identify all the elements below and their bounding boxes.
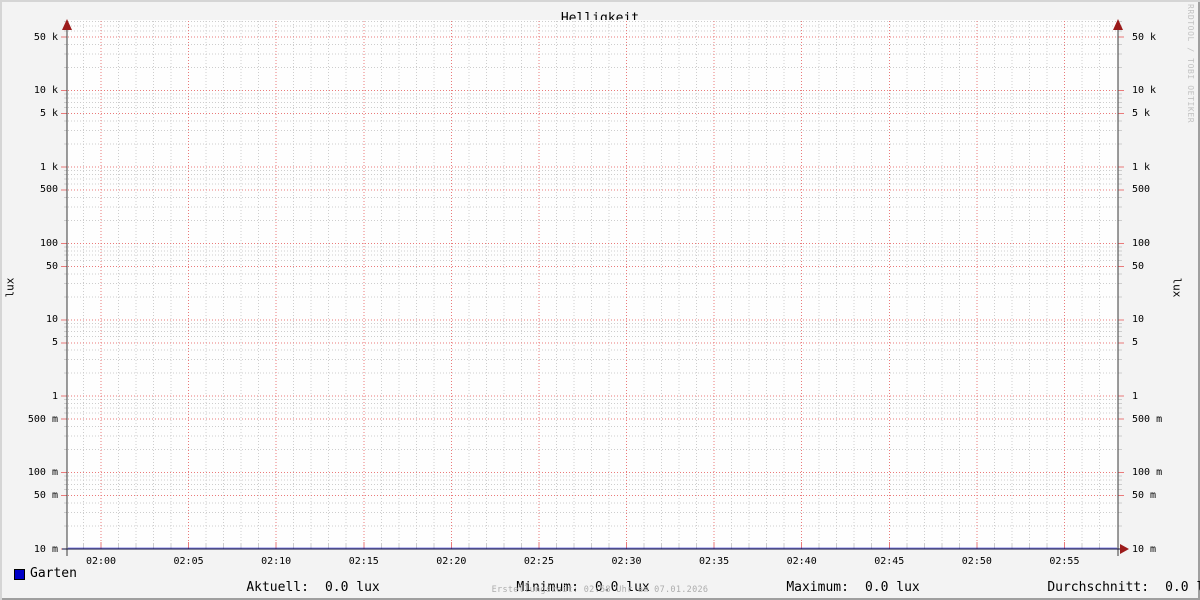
y-tick-label-right: 100 m	[1132, 467, 1163, 479]
y-tick-label-right: 1 k	[1132, 161, 1151, 173]
y-tick-label-left: 100	[39, 237, 58, 249]
y-tick-label-left: 1 k	[39, 161, 58, 173]
stat-minimum: Minimum: 0.0 lux	[485, 567, 649, 600]
series-label: Garten	[30, 566, 77, 581]
x-tick-label: 02:25	[523, 556, 554, 567]
x-tick-label: 02:35	[699, 556, 730, 567]
y-tick-label-right: 500	[1132, 184, 1151, 196]
y-tick-label-right: 1	[1132, 390, 1139, 402]
plot-background	[67, 20, 1118, 549]
y-tick-label-right: 100	[1132, 237, 1151, 249]
stat-durchschnitt: Durchschnitt:0.0 lux	[1016, 567, 1200, 600]
creation-time: Erstellungszeit: 02:58 Uhr am 07.01.2026	[491, 585, 709, 595]
x-tick-label: 02:15	[348, 556, 379, 567]
y-tick-label-left: 100 m	[27, 467, 58, 479]
y-tick-label-left: 50 m	[33, 490, 58, 502]
x-tick-label: 02:00	[85, 556, 117, 567]
y-tick-label-left: 1	[51, 390, 58, 402]
y-tick-label-left: 500 m	[27, 413, 58, 425]
y-axis-unit-left: lux	[3, 277, 17, 298]
y-tick-label-left: 10	[45, 314, 58, 326]
y-tick-label-right: 5	[1132, 337, 1139, 349]
y-tick-label-left: 50	[45, 260, 58, 272]
y-tick-label-left: 5	[51, 337, 58, 349]
y-tick-label-left: 10 k	[33, 85, 58, 97]
stat-maximum: Maximum: 0.0 lux	[755, 567, 919, 600]
x-tick-label: 02:05	[173, 556, 204, 567]
y-tick-label-right: 5 k	[1132, 108, 1151, 120]
y-tick-label-right: 50 k	[1132, 31, 1157, 43]
y-tick-label-right: 10 k	[1132, 85, 1157, 97]
y-tick-label-right: 500 m	[1132, 413, 1163, 425]
x-tick-label: 02:30	[611, 556, 642, 567]
rrdtool-watermark: RRDTOOL / TOBI OETIKER	[1186, 4, 1195, 124]
y-tick-label-right: 50 m	[1132, 490, 1157, 502]
y-tick-label-right: 50	[1132, 260, 1145, 272]
stat-aktuell: Aktuell: 0.0 lux	[215, 567, 379, 600]
y-tick-label-left: 500	[39, 184, 58, 196]
x-tick-label: 02:20	[436, 556, 467, 567]
rrdtool-graph-image: Helligkeit 50 k 10 k5 k1 k 500 100 50 10 5 1 500…	[0, 0, 1200, 600]
y-tick-label-right: 10 m	[1132, 543, 1157, 555]
y-tick-label-left: 5 k	[39, 108, 58, 120]
x-tick-label: 02:40	[786, 556, 817, 567]
x-tick-label: 02:10	[261, 556, 292, 567]
series-color-swatch	[14, 569, 25, 580]
y-tick-label-left: 50 k	[33, 31, 58, 43]
y-tick-label-left: 10 m	[33, 543, 58, 555]
x-tick-label: 02:50	[961, 556, 992, 567]
x-tick-label: 02:55	[1049, 556, 1080, 567]
plot-area	[61, 19, 1129, 556]
y-tick-label-right: 10	[1132, 314, 1145, 326]
y-axis-unit-right: lux	[1170, 277, 1184, 298]
x-tick-label: 02:45	[874, 556, 905, 567]
